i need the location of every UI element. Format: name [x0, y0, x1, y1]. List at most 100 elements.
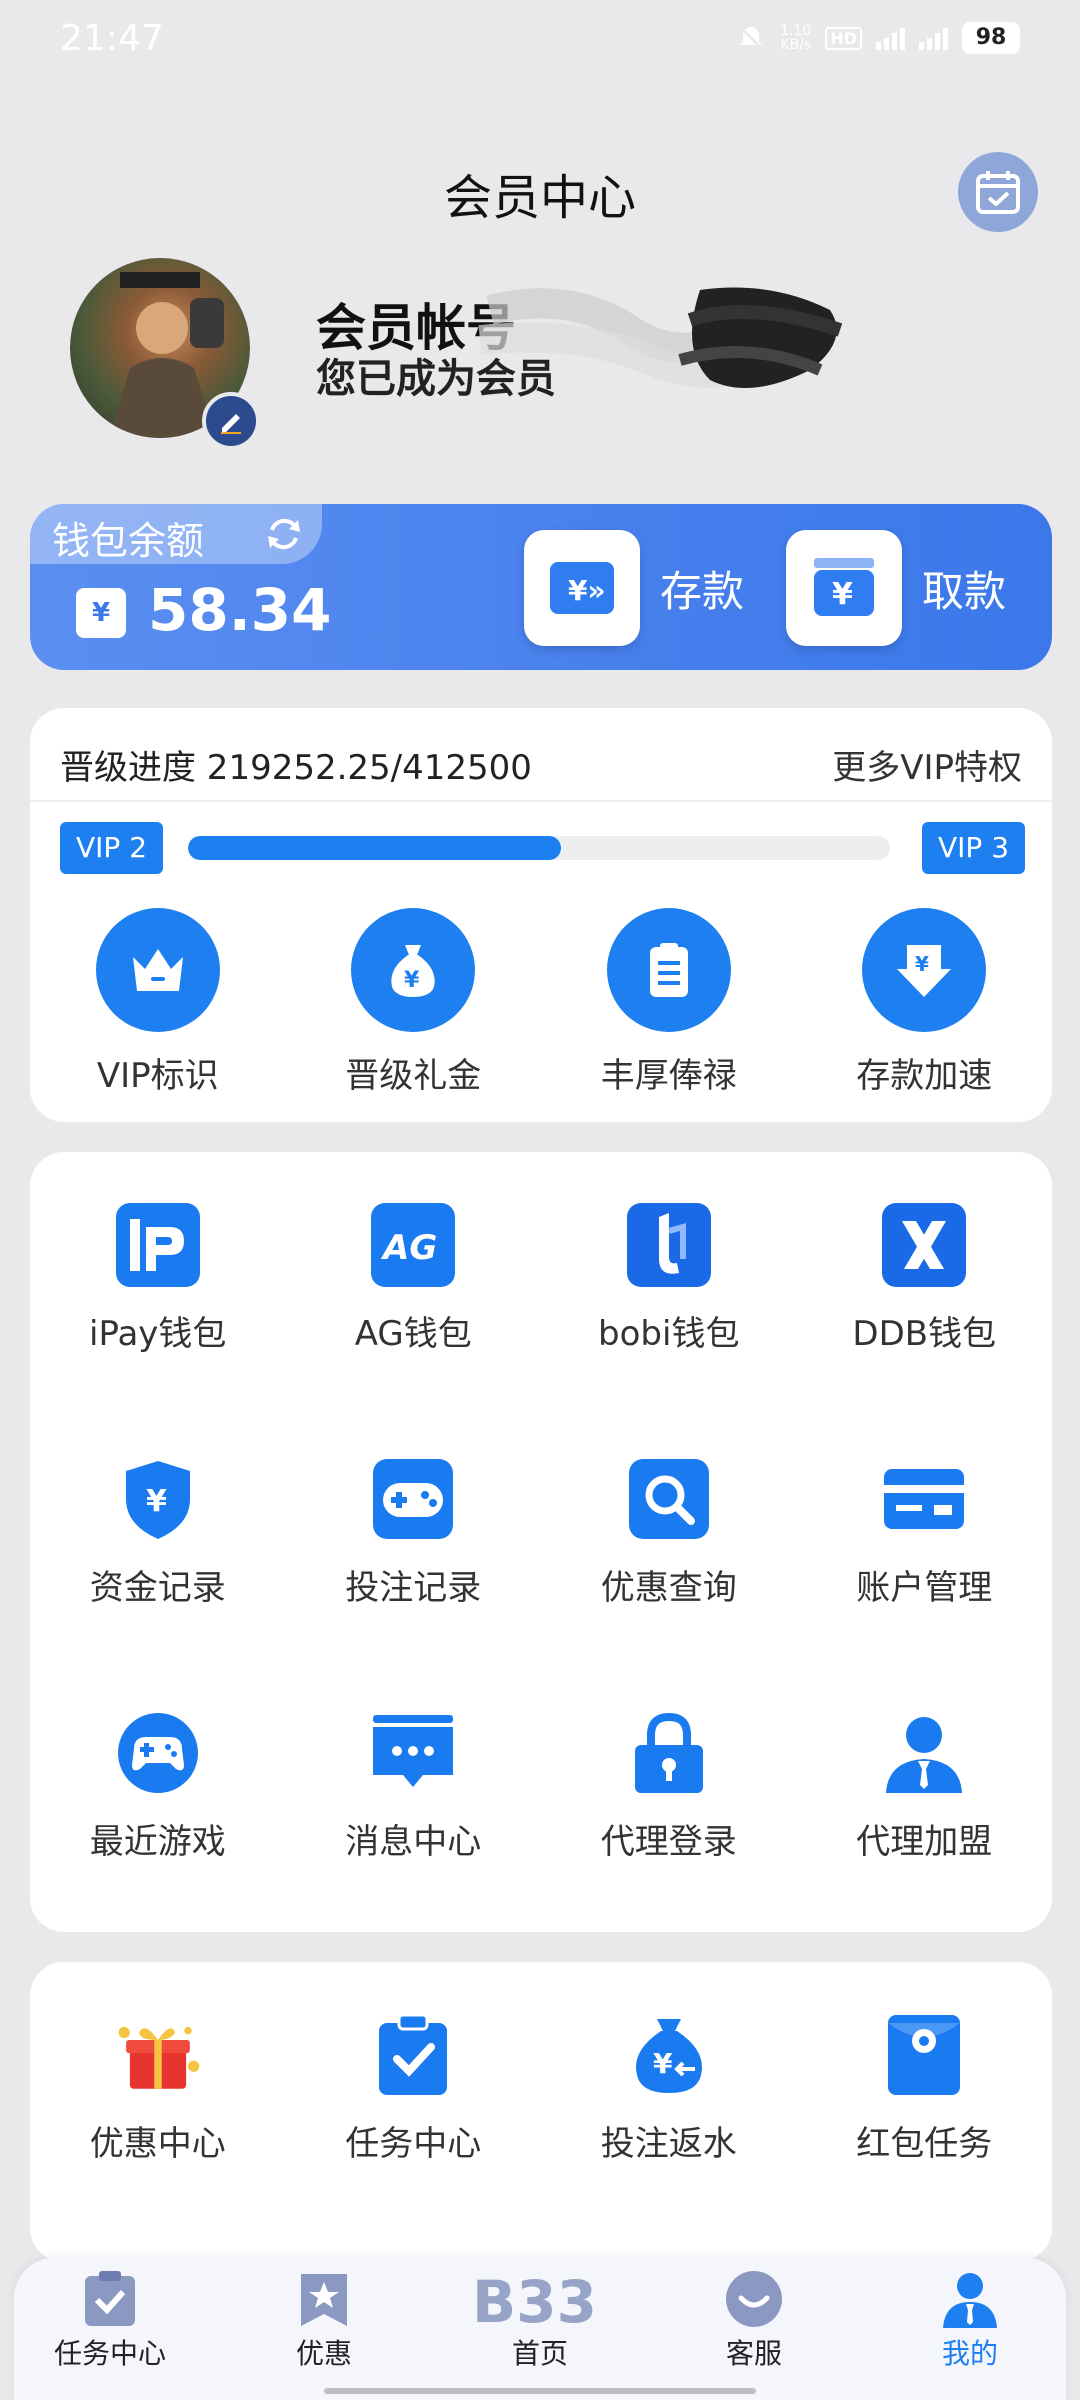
wallet-amount: 58.34 [148, 576, 332, 644]
tool-label: 投注记录 [345, 1568, 482, 1608]
pencil-icon [221, 414, 241, 434]
task-clipboard-icon [368, 2010, 458, 2100]
deposit-label: 存款 [660, 566, 745, 616]
nav-profile[interactable]: 我的 [880, 2268, 1060, 2372]
gamepad-icon [368, 1454, 458, 1544]
crown-icon [95, 908, 220, 1032]
promo-center-item[interactable]: 优惠中心 [30, 2010, 286, 2165]
divider [30, 800, 1052, 802]
tool-label: 代理登录 [600, 1822, 737, 1862]
bobi-wallet-item[interactable]: bobi钱包 [541, 1200, 797, 1355]
promo-query-item[interactable]: 优惠查询 [541, 1454, 797, 1609]
nav-task-center[interactable]: 任务中心 [20, 2268, 200, 2372]
ddb-wallet-item[interactable]: DDB钱包 [797, 1200, 1053, 1355]
red-envelope-item[interactable]: 红包任务 [797, 2010, 1053, 2165]
nav-support[interactable]: 客服 [664, 2268, 844, 2372]
ipay-wallet-item[interactable]: iPay钱包 [30, 1200, 286, 1355]
account-manage-item[interactable]: 账户管理 [797, 1454, 1053, 1609]
tool-label: DDB钱包 [852, 1314, 997, 1354]
svg-text:¥: ¥ [404, 968, 420, 993]
vip-perk-label: 存款加速 [856, 1056, 993, 1096]
profile-icon [943, 2273, 997, 2328]
wallet-row: iPay钱包 AG AG钱包 bobi钱包 DDB钱包 [30, 1200, 1052, 1355]
bobi-icon [624, 1200, 714, 1290]
clipboard-icon [606, 908, 731, 1032]
red-envelope-icon [879, 2010, 969, 2100]
page-title: 会员中心 [443, 170, 636, 226]
message-center-item[interactable]: 消息中心 [286, 1708, 542, 1863]
recent-games-item[interactable]: 最近游戏 [30, 1708, 286, 1863]
nav-label: 我的 [941, 2337, 998, 2370]
search-icon [624, 1454, 714, 1544]
rebate-bag-icon: ¥ [624, 2010, 714, 2100]
message-icon [368, 1708, 458, 1798]
vip-perk-badge[interactable]: VIP标识 [30, 908, 286, 1097]
svg-text:¥: ¥ [915, 952, 929, 976]
svg-text:¥: ¥ [146, 1484, 167, 1519]
refresh-icon[interactable] [262, 512, 306, 556]
bet-record-item[interactable]: 投注记录 [286, 1454, 542, 1609]
vip-perks-row: VIP标识 ¥ 晋级礼金 丰厚俸禄 ¥ 存款加速 [30, 908, 1052, 1097]
hd-icon: HD [825, 26, 862, 50]
nav-label: 任务中心 [53, 2337, 166, 2370]
tool-label: AG钱包 [354, 1314, 472, 1354]
tool-label: 消息中心 [345, 1822, 482, 1862]
withdraw-icon: ¥ [786, 530, 902, 646]
vip-perk-label: VIP标识 [96, 1056, 219, 1096]
vip-progress-text: 晋级进度 219252.25/412500 [60, 748, 532, 788]
svg-text:¥: ¥ [653, 2047, 673, 2080]
nav-promo[interactable]: 优惠 [234, 2268, 414, 2372]
vip-card: 晋级进度 219252.25/412500 更多VIP特权 VIP 2 VIP … [30, 708, 1052, 1122]
task-icon [85, 2271, 135, 2326]
records-row: ¥ 资金记录 投注记录 优惠查询 账户管理 [30, 1454, 1052, 1609]
money-bag-icon: ¥ [351, 908, 476, 1032]
vip-perk-deposit-speed[interactable]: ¥ 存款加速 [797, 908, 1053, 1097]
b33-logo-icon: B33 [472, 2268, 597, 2330]
mute-bell-icon [739, 25, 764, 51]
tool-label: 账户管理 [856, 1568, 993, 1608]
edit-avatar-button[interactable] [202, 392, 260, 450]
agent-icon [879, 1708, 969, 1798]
ag-wallet-item[interactable]: AG AG钱包 [286, 1200, 542, 1355]
wallet-yen-icon: ¥ [76, 588, 126, 638]
task-center-item[interactable]: 任务中心 [286, 2010, 542, 2165]
vip-progress-fill [188, 836, 562, 860]
redaction-scribble [478, 287, 843, 388]
agent-login-item[interactable]: 代理登录 [541, 1708, 797, 1863]
controller-icon [113, 1708, 203, 1798]
home-indicator[interactable] [324, 2388, 756, 2394]
svg-text:¥»: ¥» [568, 574, 606, 607]
bet-rebate-item[interactable]: ¥ 投注返水 [541, 2010, 797, 2165]
nav-home[interactable]: B33 首页 [450, 2268, 630, 2372]
calendar-checkin-button[interactable] [958, 152, 1038, 232]
shield-yen-icon: ¥ [113, 1454, 203, 1544]
nav-label: 首页 [511, 2337, 568, 2370]
lock-icon [624, 1708, 714, 1798]
promo-label: 投注返水 [600, 2124, 737, 2164]
misc-row: 最近游戏 消息中心 代理登录 代理加盟 [30, 1708, 1052, 1863]
tool-label: bobi钱包 [598, 1314, 740, 1354]
vip-perk-bonus[interactable]: ¥ 晋级礼金 [286, 908, 542, 1097]
signal-icon [876, 26, 905, 50]
promo-label: 红包任务 [856, 2124, 993, 2164]
vip-progress-bar [188, 836, 890, 860]
promo-icon [301, 2274, 347, 2326]
ddb-icon [879, 1200, 969, 1290]
ag-icon: AG [368, 1200, 458, 1290]
tool-label: 代理加盟 [856, 1822, 993, 1862]
bottom-nav: 任务中心 优惠 B33 首页 客服 我的 [14, 2258, 1066, 2400]
deposit-button[interactable]: ¥» 存款 [524, 530, 744, 646]
funds-record-item[interactable]: ¥ 资金记录 [30, 1454, 286, 1609]
svg-text:¥: ¥ [832, 577, 853, 612]
calendar-icon [976, 171, 1020, 214]
withdraw-button[interactable]: ¥ 取款 [786, 530, 1006, 646]
vip-more-link[interactable]: 更多VIP特权 [832, 740, 1022, 789]
vip-perk-salary[interactable]: 丰厚俸禄 [541, 908, 797, 1097]
status-icons: 1.10 KB/s HD 98 [736, 22, 1020, 54]
withdraw-label: 取款 [922, 566, 1007, 616]
agent-join-item[interactable]: 代理加盟 [797, 1708, 1053, 1863]
promo-label: 任务中心 [345, 2124, 482, 2164]
promo-row: 优惠中心 任务中心 ¥ 投注返水 红包任务 [30, 2010, 1052, 2165]
vip-next-badge: VIP 3 [922, 822, 1026, 874]
svg-text:B33: B33 [472, 2268, 597, 2330]
